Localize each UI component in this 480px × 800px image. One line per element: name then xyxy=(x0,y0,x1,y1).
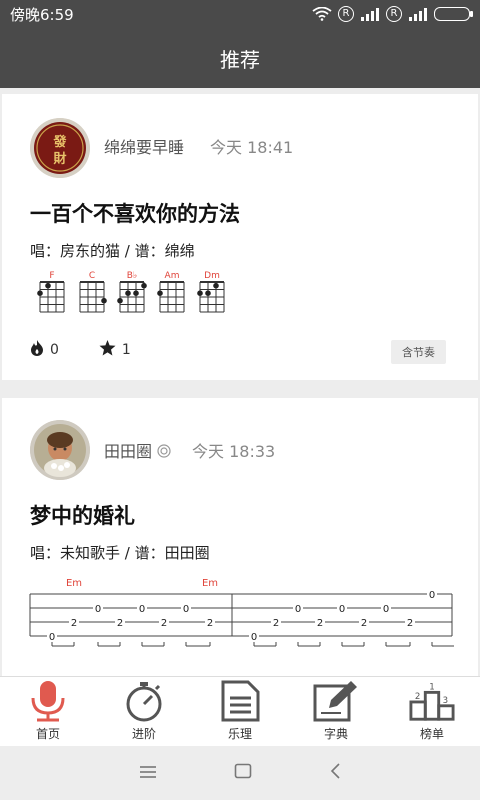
svg-text:財: 財 xyxy=(52,151,66,167)
rhythm-tag: 含节奏 xyxy=(391,340,446,364)
tab-chord-label: Em xyxy=(202,578,218,589)
document-icon xyxy=(217,679,263,723)
star-count: 1 xyxy=(121,342,131,358)
star-icon xyxy=(99,340,116,360)
battery-icon xyxy=(434,7,473,21)
tab-fret-number: 0 xyxy=(339,604,345,615)
tab-fret-number: 2 xyxy=(161,618,167,629)
nav-home[interactable]: 首页 xyxy=(0,677,96,746)
roaming-icon-2: R xyxy=(386,6,402,22)
nav-label: 进阶 xyxy=(131,727,156,741)
tab-fret-number: 2 xyxy=(317,618,323,629)
nav-label: 乐理 xyxy=(227,727,252,741)
tab-fret-number: 2 xyxy=(117,618,123,629)
verified-icon xyxy=(157,442,171,461)
microphone-icon xyxy=(25,679,71,723)
chord-diagram: Dm xyxy=(197,271,225,313)
stopwatch-icon xyxy=(121,679,167,723)
chord-diagrams: F C B♭ Am Dm xyxy=(37,271,225,313)
signal-icon-2 xyxy=(408,7,428,21)
tab-fret-number: 0 xyxy=(295,604,301,615)
page-title: 推荐 xyxy=(220,47,260,72)
chord-diagram: B♭ xyxy=(117,271,147,313)
nav-advanced[interactable]: 进阶 xyxy=(96,677,192,746)
chord-name: B♭ xyxy=(127,271,137,281)
svg-text:發: 發 xyxy=(52,134,66,150)
status-time: 傍晚6:59 xyxy=(10,5,74,24)
feed[interactable]: 發 財 绵绵要早睡 今天 18:41 一百个不喜欢你的方法 唱：房东的猫 / 谱… xyxy=(0,94,480,676)
chord-diagram: C xyxy=(79,271,107,313)
tab-fret-number: 0 xyxy=(429,590,435,601)
chord-diagram: Am xyxy=(157,271,185,313)
nav-label: 字典 xyxy=(323,727,348,741)
song-credits: 唱：未知歌手 / 谱：田田圈 xyxy=(30,544,210,562)
post-card[interactable]: 田田圈 今天 18:33 梦中的婚礼 唱：未知歌手 / 谱：田田圈 Em Em 0 0… xyxy=(2,398,478,676)
title-bar: 推荐 xyxy=(0,28,480,88)
hot-count: 0 xyxy=(50,342,59,358)
tab-fret-number: 2 xyxy=(407,618,413,629)
nav-dictionary[interactable]: 字典 xyxy=(288,677,384,746)
podium-icon: 1 2 3 xyxy=(409,679,455,723)
chord-diagram: F xyxy=(37,271,65,313)
menu-icon[interactable] xyxy=(139,764,157,783)
bottom-nav: 首页 进阶 乐理 字典 1 2 3 榜单 xyxy=(0,676,480,746)
nav-theory[interactable]: 乐理 xyxy=(192,677,288,746)
home-square-icon[interactable] xyxy=(234,763,252,783)
star-stat: 1 xyxy=(99,340,131,360)
tab-fret-number: 2 xyxy=(71,618,77,629)
svg-text:2: 2 xyxy=(415,692,420,702)
nav-label: 榜单 xyxy=(419,727,444,741)
avatar[interactable]: 發 財 xyxy=(30,118,90,178)
chord-name: Dm xyxy=(204,271,220,281)
tab-chord-label: Em xyxy=(66,578,82,589)
status-bar: 傍晚6:59 R R xyxy=(0,0,480,28)
tab-fret-number: 0 xyxy=(383,604,389,615)
svg-text:3: 3 xyxy=(443,696,448,706)
song-title[interactable]: 一百个不喜欢你的方法 xyxy=(30,198,240,228)
post-time: 今天 18:41 xyxy=(210,138,294,157)
tab-fret-number: 2 xyxy=(207,618,213,629)
author-name[interactable]: 田田圈 xyxy=(104,438,171,462)
tab-staff: Em Em 0 0 0 0 0 0 0 0 0 2 2 2 2 2 2 2 2 xyxy=(29,578,454,647)
tab-fret-number: 0 xyxy=(183,604,189,615)
svg-text:1: 1 xyxy=(429,683,434,693)
roaming-icon: R xyxy=(338,6,354,22)
tab-fret-number: 2 xyxy=(361,618,367,629)
fire-icon xyxy=(30,340,44,360)
signal-icon xyxy=(360,7,380,21)
chord-name: C xyxy=(89,271,95,281)
status-icons: R R xyxy=(312,6,473,22)
nav-ranking[interactable]: 1 2 3 榜单 xyxy=(384,677,480,746)
chord-name: F xyxy=(49,271,54,281)
post-stats: 0 1 xyxy=(30,340,171,360)
post-time: 今天 18:33 xyxy=(192,442,276,461)
avatar[interactable] xyxy=(30,420,90,480)
chord-name: Am xyxy=(165,271,180,281)
nav-label: 首页 xyxy=(35,727,60,741)
post-card[interactable]: 發 財 绵绵要早睡 今天 18:41 一百个不喜欢你的方法 唱：房东的猫 / 谱… xyxy=(2,94,478,380)
system-nav xyxy=(0,746,480,800)
tab-fret-number: 2 xyxy=(273,618,279,629)
back-icon[interactable] xyxy=(329,763,341,783)
wifi-icon xyxy=(312,7,332,21)
author-name[interactable]: 绵绵要早睡 xyxy=(104,134,184,158)
tab-fret-number: 0 xyxy=(251,632,257,643)
hot-stat: 0 xyxy=(30,340,59,360)
song-credits: 唱：房东的猫 / 谱：绵绵 xyxy=(30,242,195,260)
edit-icon xyxy=(313,679,359,723)
tab-fret-number: 0 xyxy=(139,604,145,615)
author-label: 田田圈 xyxy=(104,442,153,461)
tab-fret-number: 0 xyxy=(95,604,101,615)
tab-fret-number: 0 xyxy=(49,632,55,643)
song-title[interactable]: 梦中的婚礼 xyxy=(30,500,135,530)
